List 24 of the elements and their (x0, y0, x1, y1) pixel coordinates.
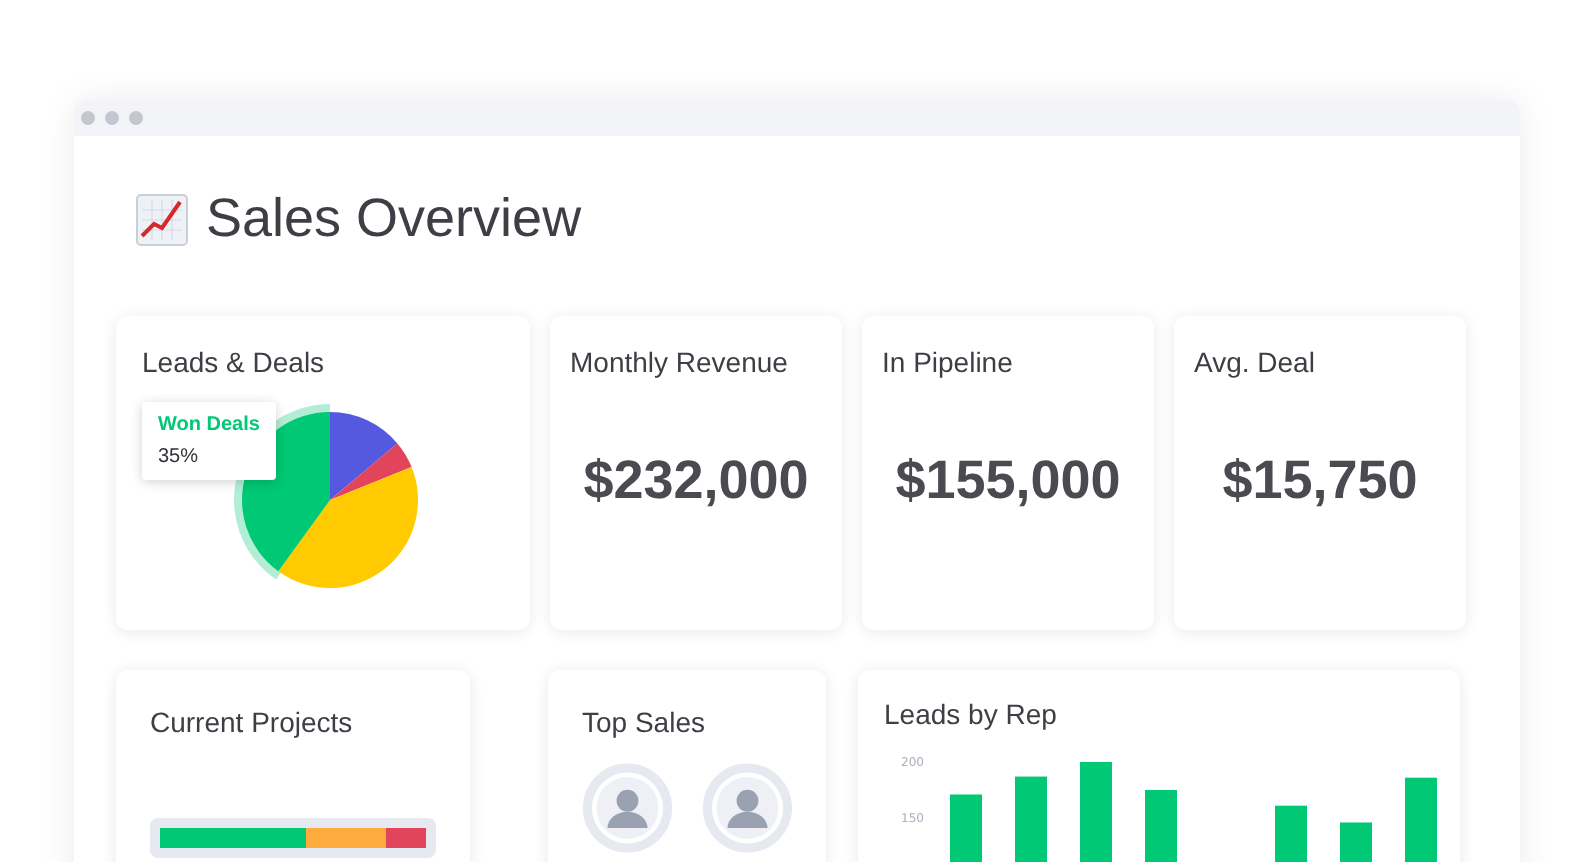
avatar-icon (582, 758, 673, 858)
stat-value: $232,000 (581, 450, 811, 512)
stat-value: $15,750 (1220, 450, 1420, 512)
card-title: Top Sales (582, 706, 707, 738)
chart-bar (1275, 805, 1307, 862)
chart-bar (1015, 776, 1047, 862)
chart-bar (1145, 790, 1177, 862)
stat-value: $155,000 (893, 450, 1123, 512)
card-title: Avg. Deal (1194, 346, 1317, 378)
window-dots-icon (80, 110, 148, 126)
card-title: Monthly Revenue (570, 346, 790, 378)
tooltip-value: 35% (158, 446, 201, 468)
chart-bar (1340, 822, 1372, 862)
card-title: In Pipeline (882, 346, 1015, 378)
chart-bar (1080, 762, 1112, 862)
chart-bar (950, 794, 982, 862)
tooltip-label: Won Deals (158, 414, 260, 436)
card-title: Leads & Deals (142, 346, 327, 378)
chart-bar (1405, 777, 1437, 862)
avatar-icon (701, 758, 792, 858)
chart-increasing-icon (136, 193, 188, 245)
page-title: Sales Overview (206, 188, 582, 250)
card-title: Current Projects (150, 706, 355, 738)
card-title: Leads by Rep (884, 698, 1059, 730)
